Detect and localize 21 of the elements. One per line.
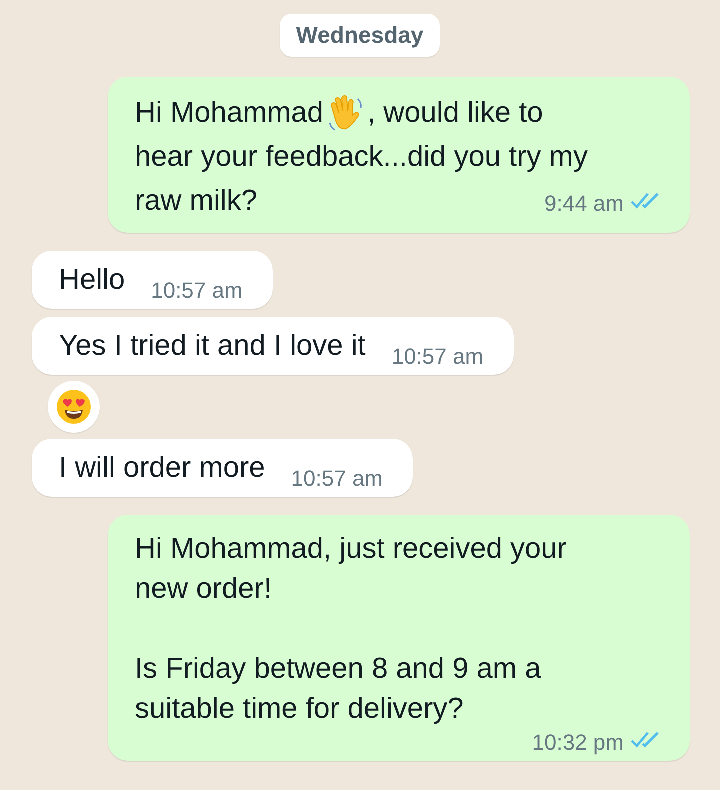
received-message-bubble[interactable]: Yes I tried it and I love it 10:57 am — [32, 317, 514, 375]
date-divider: Wednesday — [280, 14, 440, 57]
message-time: 10:57 am — [151, 277, 243, 305]
message-text: raw milk? — [135, 184, 258, 219]
received-message-bubble[interactable]: I will order more 10:57 am — [32, 439, 414, 497]
message-text: Yes I tried it and I love it — [59, 330, 366, 362]
message-text: Hello — [59, 264, 126, 296]
message-time: 10:57 am — [291, 465, 384, 493]
message-text: hear your feedback...did you try my — [135, 140, 588, 175]
message-time: 10:57 am — [392, 343, 484, 371]
sent-message-bubble[interactable]: Hi Mohammad , would like to hear your feedback...did you try my raw milk? 9:44 am — [108, 77, 690, 233]
message-text: Hi Mohammad, just received your new order! Is Friday between 8 and 9 am a suitable time for delivery? — [135, 533, 568, 725]
sent-message-bubble[interactable]: Hi Mohammad, just received your new order! Is Friday between 8 and 9 am a suitable time for delivery? 10:32 pm — [108, 515, 690, 761]
message-text: I will order more — [59, 452, 266, 484]
received-message-bubble[interactable]: Hello 10:57 am — [32, 251, 273, 309]
reaction-badge[interactable] — [48, 381, 100, 433]
message-time: 9:44 am — [544, 190, 624, 218]
heart-eyes-emoji-icon — [56, 389, 92, 425]
message-text: Hi Mohammad — [135, 96, 324, 131]
message-text: , would like to — [368, 96, 544, 131]
message-time: 10:32 pm — [532, 729, 624, 757]
